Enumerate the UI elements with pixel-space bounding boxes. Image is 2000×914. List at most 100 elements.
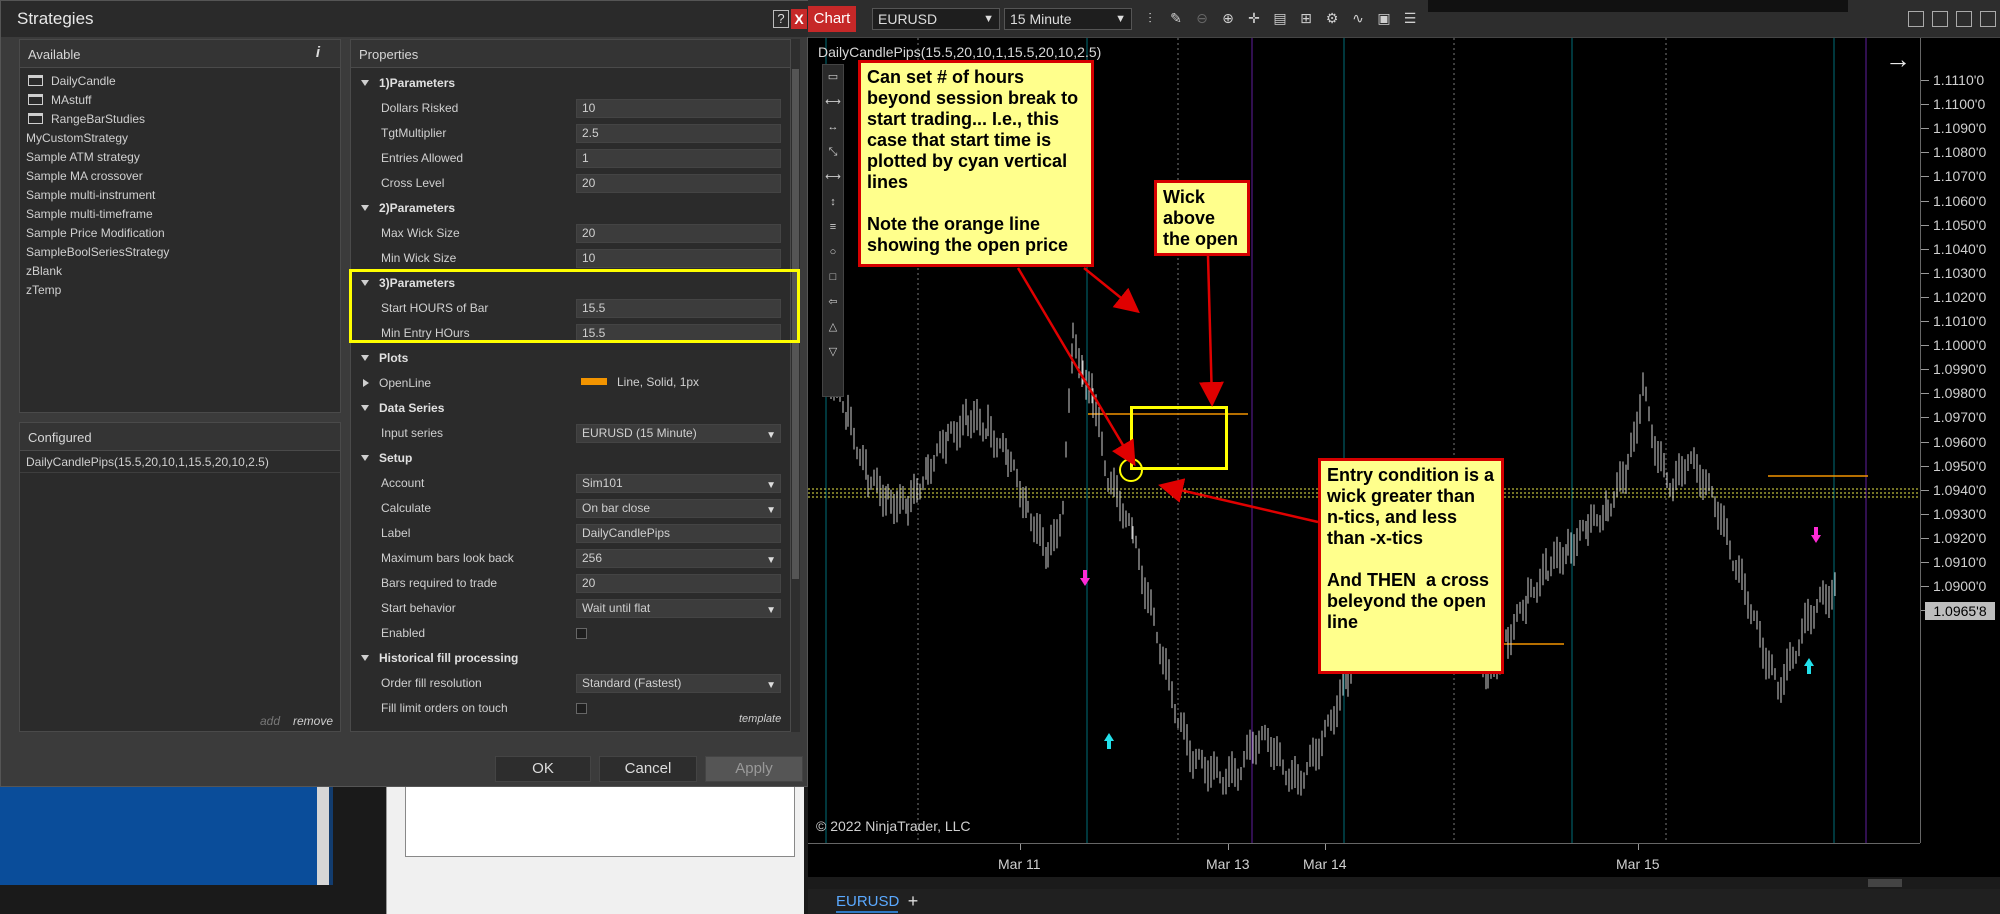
property-dropdown[interactable]: EURUSD (15 Minute) ▼ [576, 424, 781, 443]
property-input[interactable]: 10 [576, 99, 781, 118]
property-input[interactable]: DailyCandlePips [576, 524, 781, 543]
remove-link[interactable]: remove [293, 714, 333, 728]
help-button[interactable]: ? [773, 10, 789, 28]
property-input[interactable]: 20 [576, 574, 781, 593]
ok-button[interactable]: OK [495, 756, 591, 782]
property-input[interactable]: 10 [576, 249, 781, 268]
strategy-item[interactable]: Sample ATM strategy [20, 148, 340, 167]
zoom-out-icon[interactable]: ⊖ [1192, 10, 1212, 28]
triangle-down-icon[interactable]: ▽ [823, 340, 843, 365]
property-dropdown[interactable]: Sim101 ▼ [576, 474, 781, 493]
chart-tab[interactable]: Chart [808, 6, 856, 32]
cancel-button[interactable]: Cancel [599, 756, 697, 782]
close-button[interactable]: X [791, 9, 807, 29]
price-axis-tick [1921, 586, 1929, 588]
apply-button[interactable]: Apply [705, 756, 803, 782]
triangle-up-icon[interactable]: △ [823, 315, 843, 340]
property-section[interactable]: Setup [351, 446, 790, 471]
window-close-icon[interactable] [1980, 11, 1996, 27]
line-icon[interactable]: ⟷ [823, 90, 843, 115]
chevron-down-icon: ▼ [983, 13, 994, 25]
property-dropdown[interactable]: 256 ▼ [576, 549, 781, 568]
scrollbar-thumb[interactable] [1868, 879, 1902, 887]
property-label: Account [381, 471, 424, 496]
rectangle-icon[interactable]: □ [823, 265, 843, 290]
vertical-line-icon[interactable]: ↕ [823, 190, 843, 215]
short-entry-arrow [1811, 527, 1821, 543]
properties-icon[interactable]: ⊞ [1296, 10, 1316, 28]
property-section[interactable]: Plots [351, 346, 790, 371]
chart-scrollbar[interactable] [808, 877, 2000, 889]
strategy-item[interactable]: zTemp [20, 281, 340, 300]
fibonacci-icon[interactable]: ≡ [823, 215, 843, 240]
property-section[interactable]: Historical fill processing [351, 646, 790, 671]
property-dropdown[interactable]: On bar close ▼ [576, 499, 781, 518]
property-input[interactable]: 2.5 [576, 124, 781, 143]
strategies-icon[interactable]: ⚙ [1322, 10, 1342, 28]
property-input[interactable]: Line, Solid, 1px [576, 374, 781, 393]
arrow-right-icon[interactable]: → [1885, 44, 1911, 75]
data-box-icon[interactable]: ▤ [1270, 10, 1290, 28]
property-checkbox[interactable] [576, 628, 587, 639]
property-section[interactable]: 2)Parameters [351, 196, 790, 221]
property-dropdown[interactable]: Wait until flat ▼ [576, 599, 781, 618]
configured-strategy-item[interactable]: DailyCandlePips(15.5,20,10,1,15.5,20,10,… [20, 451, 340, 473]
property-row: Dollars Risked 10 [351, 96, 790, 121]
strategy-item[interactable]: MAstuff [20, 91, 340, 110]
strategy-item[interactable]: SampleBoolSeriesStrategy [20, 243, 340, 262]
bar-type-icon[interactable]: ⫶ [1140, 10, 1160, 28]
indicators-icon[interactable]: ∿ [1348, 10, 1368, 28]
strategy-item[interactable]: MyCustomStrategy [20, 129, 340, 148]
menu-list-icon[interactable]: ☰ [1400, 10, 1420, 28]
crosshair-icon[interactable]: ✛ [1244, 10, 1264, 28]
add-tab-button[interactable]: + [902, 891, 924, 913]
property-section[interactable]: Data Series [351, 396, 790, 421]
horizontal-line-icon[interactable]: ⟷ [823, 165, 843, 190]
strategy-item[interactable]: Sample multi-instrument [20, 186, 340, 205]
zoom-in-icon[interactable]: ⊕ [1218, 10, 1238, 28]
period-selector[interactable]: 15 Minute ▼ [1004, 8, 1132, 30]
properties-scrollbar[interactable] [791, 39, 800, 732]
restore-icon[interactable] [1956, 11, 1972, 27]
property-row: Account Sim101 ▼ [351, 471, 790, 496]
ellipse-icon[interactable]: ○ [823, 240, 843, 265]
pencil-icon[interactable]: ✎ [1166, 10, 1186, 28]
property-section[interactable]: 1)Parameters [351, 71, 790, 96]
property-row: TgtMultiplier 2.5 [351, 121, 790, 146]
arrow-tool-icon[interactable]: ⇦ [823, 290, 843, 315]
add-link[interactable]: add [260, 714, 280, 728]
price-axis[interactable]: 1.1110'0 1.1100'0 1.1090'0 1.1080'0 1.1070'0… [1920, 38, 2000, 843]
property-checkbox[interactable] [576, 703, 587, 714]
template-link[interactable]: template [739, 713, 781, 725]
property-input[interactable]: 20 [576, 224, 781, 243]
property-label-text: Start behavior [381, 601, 456, 615]
property-input[interactable]: 1 [576, 149, 781, 168]
price-axis-label: 1.0960'0 [1933, 433, 1987, 450]
strategy-item[interactable]: Sample Price Modification [20, 224, 340, 243]
diagonal-line-icon[interactable]: ⤡ [823, 140, 843, 165]
strategy-item[interactable]: DailyCandle [20, 72, 340, 91]
strategy-item[interactable]: Sample multi-timeframe [20, 205, 340, 224]
background-window-blue [0, 785, 333, 885]
maximize-icon[interactable] [1932, 11, 1948, 27]
instrument-selector[interactable]: EURUSD ▼ [872, 8, 1000, 30]
property-row: OpenLine Line, Solid, 1px [351, 371, 790, 396]
ray-icon[interactable]: ↔ [823, 115, 843, 140]
price-axis-label: 1.1010'0 [1933, 313, 1987, 329]
info-icon[interactable]: i [316, 44, 320, 61]
strategy-item[interactable]: zBlank [20, 262, 340, 281]
minimize-icon[interactable] [1908, 11, 1924, 27]
chevron-down-icon: ▼ [766, 555, 776, 566]
strategy-item[interactable]: Sample MA crossover [20, 167, 340, 186]
ruler-icon[interactable]: ▭ [823, 65, 843, 90]
time-axis[interactable]: Mar 11 Mar 13 Mar 14 Mar 15 [808, 843, 1920, 877]
strategy-item[interactable]: RangeBarStudies [20, 110, 340, 129]
templates-icon[interactable]: ▣ [1374, 10, 1394, 28]
property-input[interactable]: 20 [576, 174, 781, 193]
chevron-down-icon: ▼ [766, 430, 776, 441]
tab-eurusd[interactable]: EURUSD [836, 891, 899, 913]
property-dropdown[interactable]: Standard (Fastest) ▼ [576, 674, 781, 693]
line-color-swatch[interactable] [581, 378, 607, 385]
expand-triangle-icon[interactable] [363, 379, 369, 387]
property-row: Label DailyCandlePips [351, 521, 790, 546]
